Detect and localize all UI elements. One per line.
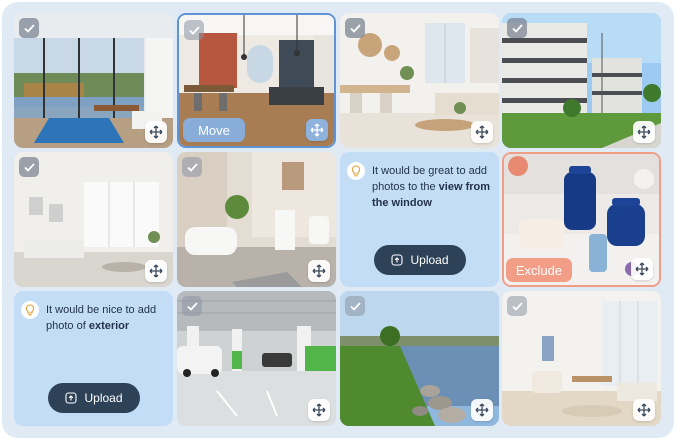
photo-grid-panel: Move It would be great to add photos to …	[2, 2, 674, 438]
move-handle[interactable]	[308, 260, 330, 282]
move-arrows-icon	[637, 403, 651, 417]
move-arrows-icon	[475, 403, 489, 417]
check-icon	[188, 25, 200, 35]
upload-icon	[65, 392, 78, 404]
check-icon	[23, 23, 35, 33]
suggestion-text: It would be nice to add photo of exterio…	[46, 304, 157, 332]
selected-checkbox[interactable]	[507, 296, 527, 316]
move-arrows-icon	[637, 125, 651, 139]
move-handle[interactable]	[633, 399, 655, 421]
move-handle[interactable]	[633, 121, 655, 143]
move-handle[interactable]	[308, 399, 330, 421]
move-handle[interactable]	[145, 121, 167, 143]
selected-checkbox[interactable]	[182, 157, 202, 177]
selected-checkbox[interactable]	[182, 296, 202, 316]
suggestion-text: It would be great to add photos to the v…	[372, 165, 491, 209]
move-handle[interactable]	[631, 258, 653, 280]
photo-tile-living-room[interactable]	[14, 13, 173, 148]
upload-icon	[391, 254, 404, 266]
photo-tile-bright-living[interactable]	[502, 291, 661, 426]
move-handle[interactable]	[306, 119, 328, 141]
selected-checkbox[interactable]	[507, 18, 527, 38]
move-arrows-icon	[149, 125, 163, 139]
photo-tile-decor-closeup[interactable]: Exclude	[502, 152, 661, 287]
move-handle[interactable]	[471, 399, 493, 421]
lightbulb-icon	[347, 162, 365, 180]
photo-tile-bathroom[interactable]	[177, 152, 336, 287]
upload-button-label: Upload	[410, 253, 449, 267]
suggestion-card-exterior: It would be nice to add photo of exterio…	[14, 291, 173, 426]
selected-checkbox[interactable]	[19, 157, 39, 177]
selected-checkbox[interactable]	[345, 18, 365, 38]
check-icon	[349, 23, 361, 33]
move-arrows-icon	[149, 264, 163, 278]
photo-tile-river-view[interactable]	[340, 291, 499, 426]
lightbulb-icon	[21, 301, 39, 319]
check-icon	[349, 301, 361, 311]
upload-button[interactable]: Upload	[48, 383, 140, 413]
check-icon	[511, 301, 523, 311]
photo-tile-parking-garage[interactable]	[177, 291, 336, 426]
move-arrows-icon	[312, 264, 326, 278]
exclude-button[interactable]: Exclude	[506, 258, 572, 282]
selected-checkbox[interactable]	[19, 18, 39, 38]
check-icon	[186, 301, 198, 311]
check-icon	[23, 162, 35, 172]
photo-tile-open-living[interactable]	[340, 13, 499, 148]
photo-tile-building-exterior[interactable]	[502, 13, 661, 148]
selected-checkbox[interactable]	[345, 296, 365, 316]
check-icon	[511, 23, 523, 33]
move-arrows-icon	[310, 123, 324, 137]
move-handle[interactable]	[471, 121, 493, 143]
move-arrows-icon	[635, 262, 649, 276]
upload-button-label: Upload	[84, 391, 123, 405]
selected-checkbox[interactable]	[184, 20, 204, 40]
check-icon	[186, 162, 198, 172]
move-button[interactable]: Move	[183, 118, 245, 142]
photo-tile-kitchen-dining[interactable]: Move	[177, 13, 336, 148]
upload-button[interactable]: Upload	[374, 245, 466, 275]
photo-tile-white-living[interactable]	[14, 152, 173, 287]
move-handle[interactable]	[145, 260, 167, 282]
move-arrows-icon	[475, 125, 489, 139]
move-arrows-icon	[312, 403, 326, 417]
suggestion-card-window-view: It would be great to add photos to the v…	[340, 152, 499, 287]
